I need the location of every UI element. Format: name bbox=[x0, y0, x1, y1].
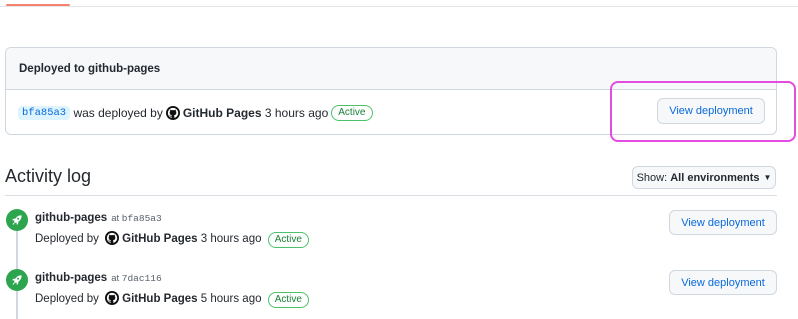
event-deployed-by: Deployed by GitHub Pages 5 hours ago Act… bbox=[35, 291, 309, 308]
event-env-label[interactable]: github-pages bbox=[35, 272, 107, 284]
event-sha[interactable]: 7dac116 bbox=[122, 273, 162, 284]
caret-down-icon: ▼ bbox=[763, 173, 772, 182]
highlight-box bbox=[610, 81, 796, 142]
rocket-icon bbox=[6, 269, 28, 291]
deployer-name[interactable]: GitHub Pages bbox=[122, 293, 197, 305]
event-at-text: at 7dac116 bbox=[111, 273, 162, 284]
event-time: 5 hours ago bbox=[200, 293, 262, 305]
tab-bar bbox=[0, 0, 798, 7]
status-badge: Active bbox=[331, 104, 373, 121]
deployed-by-label: Deployed by bbox=[35, 233, 99, 245]
status-badge: Active bbox=[267, 232, 309, 248]
commit-sha-link[interactable]: bfa85a3 bbox=[18, 105, 71, 120]
view-deployment-button[interactable]: View deployment bbox=[669, 210, 777, 235]
at-label: at bbox=[111, 273, 120, 284]
event-environment-name[interactable]: github-pages at bfa85a3 bbox=[35, 212, 162, 224]
view-deployment-button[interactable]: View deployment bbox=[669, 270, 777, 295]
github-avatar-icon[interactable] bbox=[105, 291, 120, 305]
event-at-text: at bfa85a3 bbox=[111, 213, 162, 224]
activity-log-title: Activity log bbox=[5, 166, 92, 186]
active-tab-underline bbox=[6, 4, 70, 6]
event-env-label[interactable]: github-pages bbox=[35, 212, 107, 224]
deployer-name[interactable]: GitHub Pages bbox=[183, 106, 262, 120]
activity-divider bbox=[5, 195, 777, 196]
environment-filter-dropdown[interactable]: Show: All environments ▼ bbox=[632, 166, 776, 189]
at-label: at bbox=[111, 213, 120, 224]
status-badge: Active bbox=[267, 292, 309, 308]
event-environment-name[interactable]: github-pages at 7dac116 bbox=[35, 272, 162, 284]
deployed-by-label: Deployed by bbox=[35, 293, 99, 305]
github-avatar-icon[interactable] bbox=[165, 105, 180, 120]
deployer-name[interactable]: GitHub Pages bbox=[122, 233, 197, 245]
event-time: 3 hours ago bbox=[200, 233, 262, 245]
rocket-icon bbox=[6, 209, 28, 231]
event-sha[interactable]: bfa85a3 bbox=[122, 213, 162, 224]
event-deployed-by: Deployed by GitHub Pages 3 hours ago Act… bbox=[35, 231, 309, 248]
github-avatar-icon[interactable] bbox=[105, 231, 120, 245]
deploy-time: 3 hours ago bbox=[264, 105, 329, 120]
filter-prefix: Show: bbox=[636, 171, 668, 184]
deployed-by-text: was deployed by bbox=[73, 105, 163, 120]
filter-value: All environments bbox=[670, 171, 760, 184]
